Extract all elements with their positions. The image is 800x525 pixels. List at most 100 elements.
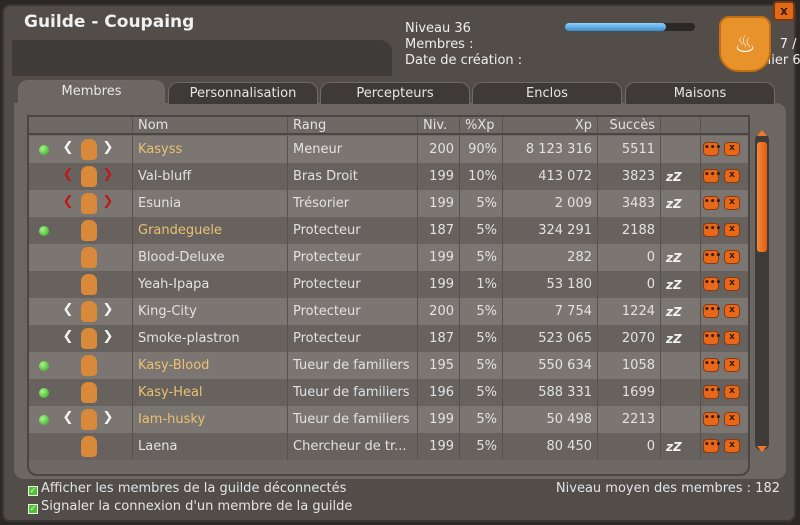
cell-xp: 588 331 [502, 379, 597, 406]
character-cell: ❮ ❯ [29, 406, 132, 433]
cell-name: Kasy-Blood [132, 352, 287, 379]
table-row[interactable]: ❮ ❯ Val-bluff Bras Droit 199 10% 413 072 3823 zZ… [29, 163, 748, 190]
kick-member-button[interactable]: x [724, 196, 740, 210]
cell-name: Kasy-Heal [132, 379, 287, 406]
member-menu-button[interactable]: ••• [703, 223, 721, 237]
close-button[interactable]: x [773, 1, 795, 21]
kick-member-button[interactable]: x [724, 331, 740, 345]
tab-membres[interactable]: Membres [18, 80, 165, 105]
col-rank[interactable]: Rang [287, 117, 417, 133]
table-row[interactable]: ❮ ❯ Iam-husky Tueur de familiers 199 5% 50 498… [29, 406, 748, 433]
cell-success: 2188 [597, 217, 660, 244]
avatar [81, 166, 97, 187]
member-menu-button[interactable]: ••• [703, 142, 721, 156]
checkbox-checked-icon[interactable]: ✓ [28, 504, 38, 514]
cell-success: 3483 [597, 190, 660, 217]
table-row[interactable]: Yeah-Ipapa Protecteur 199 1% 53 180 0 zZ ••• x [29, 271, 748, 298]
cell-xp: 324 291 [502, 217, 597, 244]
col-name[interactable]: Nom [132, 117, 287, 133]
table-row[interactable]: Grandeguele Protecteur 187 5% 324 291 2188 •••… [29, 217, 748, 244]
member-menu-button[interactable]: ••• [703, 331, 721, 345]
online-status-icon [39, 361, 49, 371]
scroll-down-icon[interactable] [757, 446, 767, 452]
avatar [81, 328, 97, 349]
col-level[interactable]: Niv. [417, 117, 459, 133]
cell-xp-pct: 5% [459, 298, 502, 325]
table-row[interactable]: ❮ ❯ Esunia Trésorier 199 5% 2 009 3483 zZ ••• x [29, 190, 748, 217]
avatar [81, 436, 97, 457]
character-cell [29, 352, 132, 379]
kick-member-button[interactable]: x [724, 223, 740, 237]
character-cell [29, 379, 132, 406]
cell-name: Grandeguele [132, 217, 287, 244]
wings-icon: ❯ [102, 167, 114, 182]
kick-member-button[interactable]: x [724, 304, 740, 318]
online-status-icon [39, 145, 49, 155]
cell-xp-pct: 5% [459, 352, 502, 379]
member-menu-button[interactable]: ••• [703, 304, 721, 318]
kick-member-button[interactable]: x [724, 358, 740, 372]
cell-xp-pct: 5% [459, 217, 502, 244]
kick-member-button[interactable]: x [724, 142, 740, 156]
table-row[interactable]: ❮ ❯ Smoke-plastron Protecteur 187 5% 523 065 20… [29, 325, 748, 352]
member-menu-button[interactable]: ••• [703, 358, 721, 372]
character-cell: ❮ ❯ [29, 325, 132, 352]
table-row[interactable]: Kasy-Heal Tueur de familiers 196 5% 588 331 1… [29, 379, 748, 406]
tab-enclos[interactable]: Enclos [472, 82, 622, 104]
guild-xp-fill [565, 23, 667, 31]
kick-member-button[interactable]: x [724, 385, 740, 399]
cell-xp-pct: 5% [459, 406, 502, 433]
character-cell [29, 271, 132, 298]
avatar [81, 193, 97, 214]
cell-rank: Protecteur [287, 217, 417, 244]
show-offline-option[interactable]: ✓ Afficher les membres de la guilde décon… [28, 481, 346, 496]
cell-xp-pct: 10% [459, 163, 502, 190]
cell-xp: 2 009 [502, 190, 597, 217]
kick-member-button[interactable]: x [724, 250, 740, 264]
scrollbar[interactable] [755, 130, 769, 452]
average-level: Niveau moyen des membres : 182 [555, 481, 780, 496]
member-menu-button[interactable]: ••• [703, 412, 721, 426]
scroll-up-icon[interactable] [757, 130, 767, 136]
col-xp-pct[interactable]: %Xp [459, 117, 502, 133]
cell-success: 0 [597, 244, 660, 271]
cell-name: Val-bluff [132, 163, 287, 190]
scrollbar-thumb[interactable] [757, 142, 767, 252]
table-row[interactable]: Kasy-Blood Tueur de familiers 195 5% 550 634… [29, 352, 748, 379]
kick-member-button[interactable]: x [724, 169, 740, 183]
cell-success: 2070 [597, 325, 660, 352]
cell-name: Smoke-plastron [132, 325, 287, 352]
table-row[interactable]: Blood-Deluxe Protecteur 199 5% 282 0 zZ ••• x [29, 244, 748, 271]
table-row[interactable]: ❮ ❯ Kasyss Meneur 200 90% 8 123 316 5511 ••• x [29, 136, 748, 163]
window-title: Guilde - Coupaing [24, 12, 195, 32]
tab-percepteurs[interactable]: Percepteurs [320, 82, 470, 104]
member-menu-button[interactable]: ••• [703, 439, 721, 453]
col-success[interactable]: Succès [597, 117, 660, 133]
notify-login-option[interactable]: ✓ Signaler la connexion d'un membre de la… [28, 499, 352, 514]
member-menu-button[interactable]: ••• [703, 250, 721, 264]
cell-rank: Protecteur [287, 244, 417, 271]
tab-personnalisation[interactable]: Personnalisation [168, 82, 318, 104]
table-row[interactable]: ❮ ❯ King-City Protecteur 200 5% 7 754 1224 zZ •••… [29, 298, 748, 325]
tab-maisons[interactable]: Maisons [625, 82, 775, 104]
cell-name: Blood-Deluxe [132, 244, 287, 271]
members-table: Nom Rang Niv. %Xp Xp Succès ❮ ❯ Kasyss Mene… [27, 115, 750, 476]
member-menu-button[interactable]: ••• [703, 277, 721, 291]
checkbox-checked-icon[interactable]: ✓ [28, 486, 38, 496]
kick-member-button[interactable]: x [724, 277, 740, 291]
col-xp[interactable]: Xp [502, 117, 597, 133]
cell-name: Kasyss [132, 136, 287, 163]
away-icon: zZ [666, 169, 682, 184]
table-row[interactable]: Laena Chercheur de tr... 199 5% 80 450 0 zZ •••… [29, 433, 748, 460]
member-menu-button[interactable]: ••• [703, 196, 721, 210]
kick-member-button[interactable]: x [724, 412, 740, 426]
member-menu-button[interactable]: ••• [703, 169, 721, 183]
cell-xp-pct: 5% [459, 244, 502, 271]
member-menu-button[interactable]: ••• [703, 385, 721, 399]
cell-xp: 523 065 [502, 325, 597, 352]
character-cell: ❮ ❯ [29, 163, 132, 190]
online-status-icon [39, 388, 49, 398]
kick-member-button[interactable]: x [724, 439, 740, 453]
avatar [81, 355, 97, 376]
cell-name: Esunia [132, 190, 287, 217]
